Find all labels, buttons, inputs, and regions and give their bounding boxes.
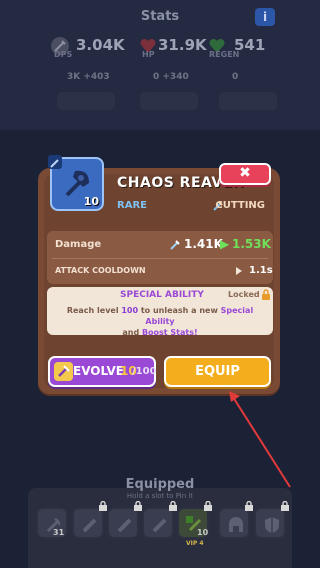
helmet-icon (229, 517, 243, 532)
damage-label: Damage (55, 239, 102, 250)
dps-label: DPS (54, 50, 73, 59)
shield-icon (265, 517, 279, 533)
sword-icon (152, 518, 167, 533)
lock-icon (134, 501, 142, 511)
special-ability-title: SPECIAL ABILITY (120, 290, 204, 300)
hp-label: HP (142, 50, 155, 59)
desc-text-3: and (122, 328, 142, 337)
item-card: 10 (48, 155, 104, 211)
upgrade-regen-button[interactable] (219, 92, 277, 110)
equipped-slot-3[interactable] (107, 501, 142, 539)
speed-icon (236, 267, 242, 275)
evolve-icon (54, 362, 73, 381)
item-damage-type: CUTTING (215, 200, 265, 211)
info-button[interactable]: i (255, 8, 275, 26)
damage-icon (170, 240, 180, 250)
equipped-slot-7[interactable] (254, 501, 289, 539)
slot-5-level: 10 (197, 528, 209, 537)
hp-value: 31.9K (158, 36, 207, 54)
lock-icon (245, 501, 253, 511)
slot-1-level: 31 (53, 528, 65, 537)
desc-text-2: to unleash a new (138, 306, 221, 315)
desc-level: 100 (121, 306, 139, 315)
sword-icon (82, 518, 97, 533)
regen-value: 541 (234, 36, 266, 54)
lock-icon (99, 501, 107, 511)
item-rarity: RARE (117, 200, 147, 211)
hp-substat: 0 +340 (153, 72, 189, 82)
stats-divider (52, 258, 268, 259)
equipped-slot-4[interactable] (142, 501, 177, 539)
evolve-max: /100 (132, 366, 157, 377)
special-ability-description: Reach level 100 to unleash a new Special… (52, 305, 268, 338)
upgrade-hp-button[interactable] (140, 92, 198, 110)
damage-current-value: 1.41K (184, 237, 223, 251)
equip-button[interactable]: EQUIP (164, 356, 271, 387)
regen-substat: 0 (232, 72, 239, 82)
sword-icon (117, 518, 132, 533)
attack-cooldown-value: 1.1s (249, 265, 273, 276)
lock-icon (262, 289, 270, 300)
lock-icon (281, 501, 289, 511)
equipped-title: Equipped (125, 477, 195, 492)
dps-value: 3.04K (76, 36, 125, 54)
equipped-hint: Hold a slot to Pin it (126, 492, 194, 500)
evolve-label: EVOLVE (73, 364, 124, 378)
special-ability-status: Locked (228, 290, 260, 299)
desc-text-1: Reach level (66, 306, 122, 315)
slot-5-vip-tag: VIP 4 (186, 540, 204, 547)
stats-summary-row: DPS 3.04K HP 31.9K REGEN 541 (0, 34, 320, 64)
damage-upgrade-arrow: ▶ (220, 237, 230, 251)
damage-next-value: 1.53K (232, 237, 271, 251)
lock-icon (204, 501, 212, 511)
attack-cooldown-label: ATTACK COOLDOWN (55, 266, 146, 275)
equipped-slot-6[interactable] (218, 501, 253, 539)
lock-icon (169, 501, 177, 511)
desc-boost-stats: Boost Stats! (141, 328, 198, 337)
dps-substat: 3K +403 (67, 72, 110, 82)
item-level: 10 (83, 195, 99, 208)
equipped-slot-2[interactable] (72, 501, 107, 539)
upgrade-dps-button[interactable] (57, 92, 115, 110)
close-button[interactable]: ✖ (219, 163, 271, 185)
